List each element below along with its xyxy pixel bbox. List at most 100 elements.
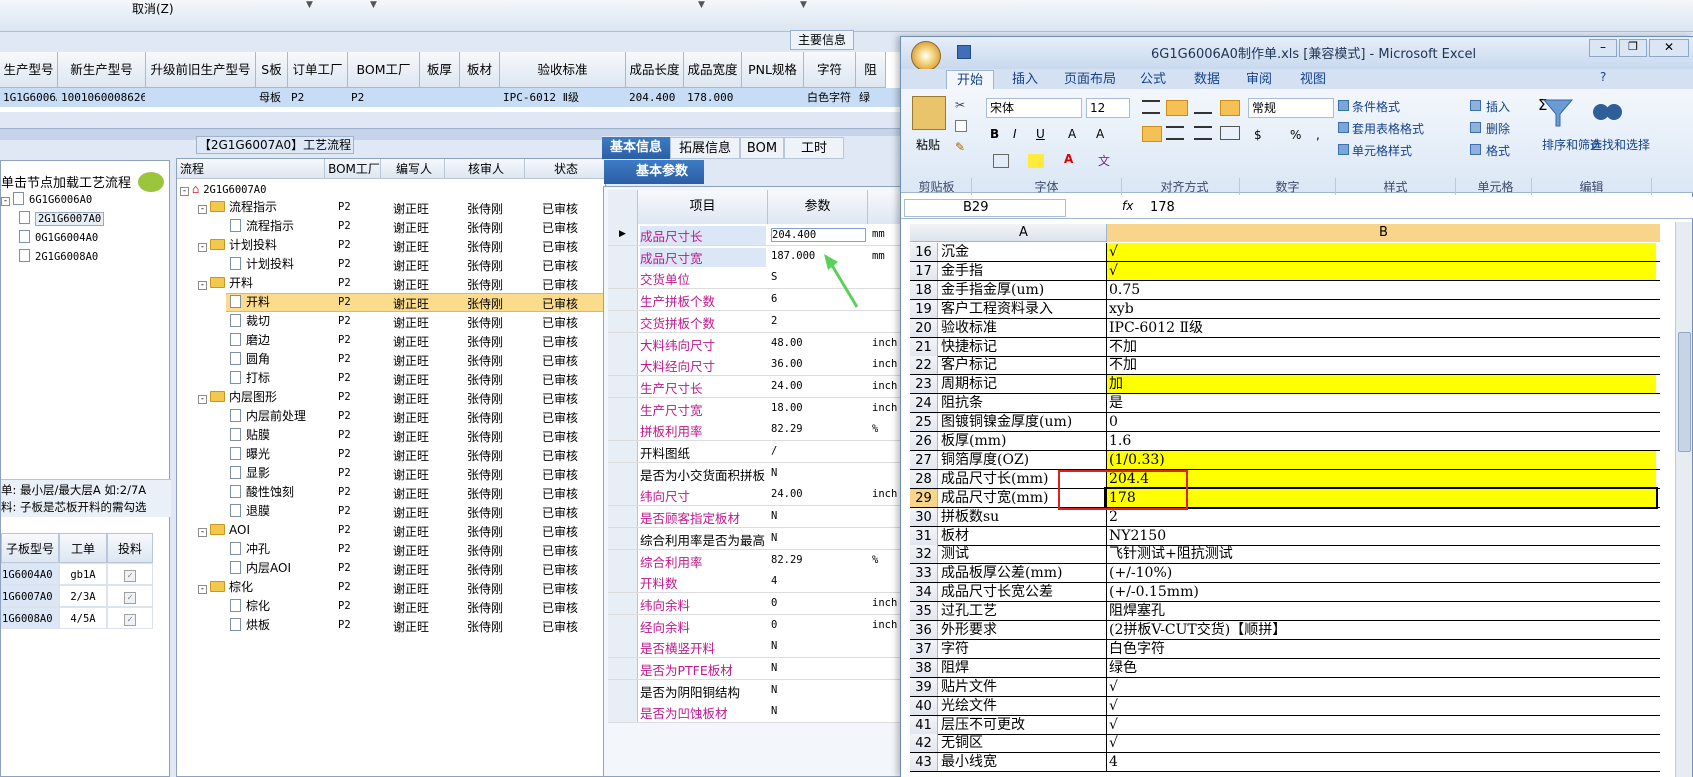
row-number[interactable]: 22 [910,356,938,375]
flow-node[interactable]: 裁切 [214,312,270,331]
font-name-select[interactable]: 宋体 [986,98,1082,118]
format-painter-icon[interactable]: ✎ [955,140,965,154]
row-number[interactable]: 18 [910,280,938,299]
param-value[interactable]: 24.00 [771,380,866,392]
param-value[interactable]: N [771,684,866,696]
sheet-row[interactable]: 41 层压不可更改 √ [910,715,1660,735]
scroll-thumb[interactable] [1678,332,1691,452]
cells-button[interactable]: 删除 [1486,120,1510,137]
font-color-icon[interactable]: A [1064,152,1073,166]
sub-col-header[interactable]: 投料 [107,533,153,563]
flow-node[interactable]: 计划投料 [214,255,294,274]
ribbon-tab[interactable]: 视图 [1290,70,1336,89]
flow-node[interactable]: 棕化 [214,597,270,616]
sheet-row[interactable]: 23 周期标记加 [910,375,1660,395]
row-number[interactable]: 31 [910,526,938,545]
ribbon-tab[interactable]: 插入 [1002,70,1048,89]
cells-button[interactable]: 格式 [1486,142,1510,159]
grid-cell[interactable] [423,88,459,107]
chevron-down-icon[interactable]: ▼ [370,0,377,10]
style-button[interactable]: 条件格式 [1352,98,1400,115]
sub-cell[interactable]: ✓ [107,563,153,585]
cell-b[interactable]: 阻焊塞孔 [1106,602,1656,621]
cell-b[interactable]: (+/-0.15mm) [1106,583,1656,602]
cut-icon[interactable]: ✂ [955,98,965,112]
italic-button[interactable]: I [1013,127,1017,141]
row-number[interactable]: 16 [910,243,938,261]
flow-node[interactable]: 磨边 [214,331,270,350]
cell-b[interactable]: √ [1106,715,1656,734]
cell-b[interactable]: xyb [1106,299,1656,318]
row-number[interactable]: 24 [910,394,938,413]
checkbox[interactable]: ✓ [124,592,136,604]
param-value[interactable]: N [771,510,866,522]
cell-b[interactable]: 不加 [1106,337,1656,356]
flow-node[interactable]: 开料 [214,293,270,312]
sheet-row[interactable]: 38 阻焊 绿色 [910,658,1660,678]
row-number[interactable]: 39 [910,677,938,696]
cell-b[interactable]: 204.4 [1106,469,1656,488]
col-header-a[interactable]: A [941,224,1106,242]
align-bottom-icon[interactable] [1194,100,1212,114]
grid-col-header[interactable]: S板 [256,52,288,88]
cell-a[interactable]: 最小线宽 [941,753,1105,772]
params-tab[interactable]: 拓展信息 [670,137,740,159]
sub-col-header[interactable]: 工单 [59,533,107,563]
copy-icon[interactable] [955,120,967,132]
tree-node[interactable]: - 6G1G6006A0 [1,191,92,210]
sub-cell[interactable]: ✓ [107,607,153,629]
chevron-down-icon[interactable]: ▼ [306,0,313,10]
cell-b[interactable]: 是 [1106,394,1656,413]
flow-node[interactable]: 打标 [214,369,270,388]
row-number[interactable]: 36 [910,621,938,639]
row-number[interactable]: 30 [910,507,938,526]
collapse-icon[interactable]: - [198,395,207,404]
sheet-row[interactable]: 27 铜箔厚度(OZ) (1/0.33) [910,450,1660,470]
row-number[interactable]: 17 [910,261,938,280]
cell-a[interactable]: 阻抗条 [941,394,1105,413]
cell-b[interactable]: NY2150 [1106,526,1656,545]
grid-cell[interactable]: P2 [291,88,347,107]
grid-cell[interactable] [463,88,499,107]
row-number[interactable]: 26 [910,432,938,450]
cell-b[interactable]: 0.75 [1106,280,1656,299]
sheet-row[interactable]: 37 字符 白色字符 [910,639,1660,659]
flow-node[interactable]: 烘板 [214,616,270,635]
param-value[interactable]: 82.29 [771,554,866,566]
cell-b[interactable]: √ [1106,734,1656,753]
flow-node[interactable]: - 计划投料 [198,236,277,255]
grid-cell[interactable]: 绿 [859,88,885,107]
grid-col-header[interactable]: 成品宽度 [684,52,742,88]
row-number[interactable]: 34 [910,583,938,602]
grid-col-header[interactable]: 生产型号 [0,52,58,88]
collapse-icon[interactable]: - [198,243,207,252]
cell-a[interactable]: 图镀铜镍金厚度(um) [941,413,1105,432]
param-value[interactable]: 2 [771,315,866,327]
flow-col-header[interactable]: 编写人 [381,159,445,179]
cell-a[interactable]: 沉金 [941,243,1105,262]
row-number[interactable]: 37 [910,639,938,658]
flow-col-header[interactable]: BOM工厂 [325,159,381,179]
flow-node[interactable]: - 流程指示 [198,198,277,217]
flow-node[interactable]: 酸性蚀刻 [214,483,294,502]
sheet-row[interactable]: 32 测试 飞针测试+阻抗测试 [910,545,1660,565]
collapse-icon[interactable]: - [1,197,10,206]
cell-b[interactable]: (+/-10%) [1106,564,1656,583]
flow-node[interactable]: 冲孔 [214,540,270,559]
cell-a[interactable]: 光绘文件 [941,697,1105,716]
cell-a[interactable]: 成品尺寸长宽公差 [941,583,1105,602]
cell-a[interactable]: 字符 [941,640,1105,659]
office-button-icon[interactable] [911,41,941,71]
param-value[interactable]: 0 [771,619,866,631]
flow-node[interactable]: - AOI [198,521,250,540]
param-value[interactable]: N [771,640,866,652]
tree-node[interactable]: 2G1G6008A0 [11,248,98,267]
param-value[interactable]: 48.00 [771,337,866,349]
flow-node[interactable]: 流程指示 [214,217,294,236]
bold-button[interactable]: B [990,127,999,141]
function-icon[interactable]: fx [1122,199,1133,213]
cell-b[interactable]: √ [1106,696,1656,715]
flow-node[interactable]: 显影 [214,464,270,483]
align-top-icon[interactable] [1142,100,1160,114]
row-number[interactable]: 28 [910,469,938,488]
